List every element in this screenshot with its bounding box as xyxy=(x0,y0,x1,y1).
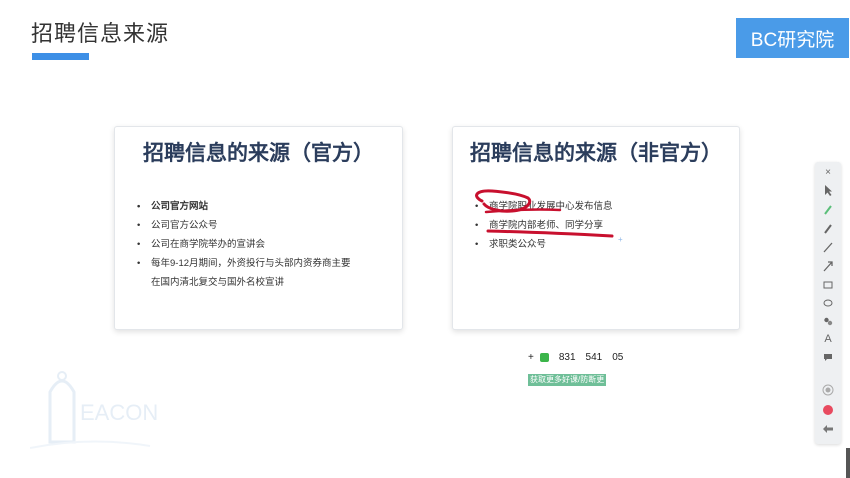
text-icon[interactable]: A xyxy=(815,331,841,347)
slide-title: 招聘信息来源 xyxy=(31,21,170,46)
official-sources-list: 公司官方网站 公司官方公众号 公司在商学院举办的宣讲会 每年9-12月期间，外资… xyxy=(137,197,390,292)
contact-number-part: 831 xyxy=(558,352,576,363)
watermark-text: EACON xyxy=(80,400,158,425)
comment-icon[interactable] xyxy=(815,349,841,365)
stop-icon[interactable] xyxy=(815,402,841,418)
highlighter-icon[interactable] xyxy=(815,201,841,217)
bubbles-icon[interactable] xyxy=(815,313,841,329)
tagline-banner: 获取更多好课/防断更 xyxy=(528,374,607,386)
unofficial-sources-card: 招聘信息的来源（非官方） 商学院职业发展中心发布信息 商学院内部老师、同学分享 … xyxy=(452,126,740,330)
scrollbar-thumb[interactable] xyxy=(846,448,850,478)
official-sources-card: 招聘信息的来源（官方） 公司官方网站 公司官方公众号 公司在商学院举办的宣讲会 … xyxy=(114,126,403,330)
wechat-icon xyxy=(539,353,549,362)
ellipse-icon[interactable] xyxy=(815,295,841,311)
arrow-icon[interactable] xyxy=(815,258,841,274)
list-item: 每年9-12月期间，外资投行与头部内资券商主要 xyxy=(137,254,390,273)
list-item: 商学院内部老师、同学分享 xyxy=(475,216,727,235)
list-item: 商学院职业发展中心发布信息 xyxy=(475,197,727,216)
official-card-heading: 招聘信息的来源（官方） xyxy=(143,142,374,165)
contact-number-part: 541 xyxy=(585,352,603,363)
back-icon[interactable] xyxy=(815,421,841,437)
line-icon[interactable] xyxy=(815,239,841,255)
list-item: 公司官方公众号 xyxy=(137,216,390,235)
contact-number-part: 05 xyxy=(612,352,624,363)
list-item: 公司官方网站 xyxy=(137,197,390,216)
rectangle-icon[interactable] xyxy=(815,277,841,293)
plus-sign: + xyxy=(528,352,534,363)
brand-badge: BC研究院 xyxy=(736,18,849,58)
list-item-continuation: 在国内清北复交与国外名校宣讲 xyxy=(151,277,285,288)
contact-line: + 831 541 05 xyxy=(528,352,623,363)
title-underline-bar xyxy=(32,53,89,60)
annotation-toolbar: × A xyxy=(815,162,841,444)
pointer-icon[interactable] xyxy=(815,182,841,198)
pen-icon[interactable] xyxy=(815,220,841,236)
unofficial-card-heading: 招聘信息的来源（非官方） xyxy=(470,142,722,165)
beacon-watermark-logo: EACON xyxy=(30,371,158,449)
list-item: 求职类公众号 xyxy=(475,235,727,254)
close-icon[interactable]: × xyxy=(815,164,841,180)
list-item: 公司在商学院举办的宣讲会 xyxy=(137,235,390,254)
unofficial-sources-list: 商学院职业发展中心发布信息 商学院内部老师、同学分享 求职类公众号 xyxy=(475,197,727,254)
record-icon[interactable] xyxy=(815,382,841,398)
